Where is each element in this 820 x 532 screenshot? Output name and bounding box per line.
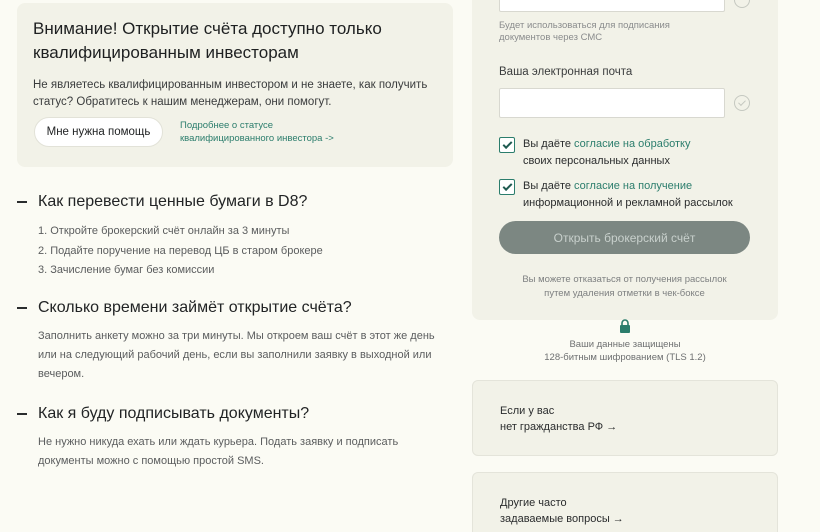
security-line: 128-битным шифрованием (TLS 1.2) bbox=[544, 352, 706, 363]
open-account-button[interactable]: Открыть брокерский счёт bbox=[499, 221, 750, 254]
qualified-investor-notice: Внимание! Открытие счёта доступно только… bbox=[17, 3, 453, 167]
faq-answer-line: вечером. bbox=[38, 368, 85, 380]
notice-text: Не являетесь квалифицированным инвесторо… bbox=[33, 77, 437, 111]
email-label: Ваша электронная почта bbox=[499, 66, 633, 78]
security-note: Ваши данные защищены 128-битным шифрован… bbox=[472, 338, 778, 364]
email-valid-check-icon bbox=[734, 95, 750, 111]
notice-title-line: квалифицированным инвесторам bbox=[33, 43, 299, 62]
phone-input[interactable] bbox=[499, 0, 725, 12]
notice-actions: Мне нужна помощь Подробнее о статусе ква… bbox=[34, 117, 334, 147]
notice-title-line: Внимание! Открытие счёта доступно только bbox=[33, 19, 382, 38]
unsubscribe-note: Вы можете отказаться от получения рассыл… bbox=[499, 273, 750, 301]
card-line: Если у вас bbox=[500, 405, 555, 417]
collapse-dash-icon bbox=[17, 307, 27, 309]
consent-prefix: Вы даёте bbox=[523, 138, 575, 150]
faq-question-text: Как я буду подписывать документы? bbox=[38, 405, 310, 422]
faq-step: 3. Зачисление бумаг без комиссии bbox=[38, 264, 215, 276]
faq-answer-line: Заполнить анкету можно за три минуты. Мы… bbox=[38, 330, 435, 342]
account-form-panel: Будет использоваться для подписания доку… bbox=[472, 0, 778, 320]
lock-icon bbox=[620, 319, 630, 333]
collapse-dash-icon bbox=[17, 413, 27, 415]
notice-text-line: Не являетесь квалифицированным инвесторо… bbox=[33, 79, 428, 91]
status-link-line: Подробнее о статусе bbox=[180, 120, 274, 131]
faq-item-transfer: Как перевести ценные бумаги в D8? 1. Отк… bbox=[17, 191, 457, 281]
notice-title: Внимание! Открытие счёта доступно только… bbox=[33, 17, 437, 65]
consent-mailing-checkbox[interactable] bbox=[499, 179, 515, 195]
consent-mailing-link[interactable]: согласие на получение bbox=[574, 180, 692, 192]
consent-processing-link[interactable]: согласие на обработку bbox=[574, 138, 690, 150]
card-line: нет гражданства РФ → bbox=[500, 421, 618, 433]
notice-text-line: статус? Обратитесь к нашим менеджерам, о… bbox=[33, 96, 332, 108]
need-help-button[interactable]: Мне нужна помощь bbox=[34, 117, 163, 147]
faq-step: 1. Откройте брокерский счёт онлайн за 3 … bbox=[38, 225, 290, 237]
faq-item-time: Сколько времени займёт открытие счёта? З… bbox=[17, 297, 457, 384]
status-link-line: квалифицированного инвестора -> bbox=[180, 133, 334, 144]
consent-personal-checkbox[interactable] bbox=[499, 137, 515, 153]
faq-question-text: Сколько времени займёт открытие счёта? bbox=[38, 299, 352, 316]
consent-personal-data: Вы даёте согласие на обработку своих пер… bbox=[499, 136, 690, 169]
unsubscribe-line: Вы можете отказаться от получения рассыл… bbox=[522, 274, 727, 285]
faq-question-text: Как перевести ценные бумаги в D8? bbox=[38, 193, 308, 210]
phone-valid-check-icon bbox=[734, 0, 750, 8]
consent-rest: своих персональных данных bbox=[523, 154, 670, 167]
faq-answer: Заполнить анкету можно за три минуты. Мы… bbox=[38, 327, 457, 384]
checkmark-icon bbox=[502, 138, 512, 149]
faq-question[interactable]: Как я буду подписывать документы? bbox=[17, 403, 457, 425]
faq-steps: 1. Откройте брокерский счёт онлайн за 3 … bbox=[38, 222, 457, 281]
checkmark-icon bbox=[502, 180, 512, 191]
faq-answer-line: документы можно с помощью простой SMS. bbox=[38, 455, 264, 467]
faq-answer: Не нужно никуда ехать или ждать курьера.… bbox=[38, 433, 457, 471]
email-input[interactable] bbox=[499, 88, 725, 118]
consent-text: Вы даёте согласие на обработку своих пер… bbox=[523, 136, 690, 169]
unsubscribe-line: путем удаления отметки в чек-боксе bbox=[544, 288, 705, 299]
card-line: задаваемые вопросы → bbox=[500, 513, 624, 525]
phone-hint-line: Будет использоваться для подписания bbox=[499, 20, 670, 31]
consent-mailing: Вы даёте согласие на получение информаци… bbox=[499, 178, 733, 211]
phone-hint-line: документов через СМС bbox=[499, 32, 603, 43]
faq-question[interactable]: Как перевести ценные бумаги в D8? bbox=[17, 191, 457, 213]
non-resident-card[interactable]: Если у вас нет гражданства РФ → bbox=[472, 380, 778, 456]
faq-item-signing: Как я буду подписывать документы? Не нуж… bbox=[17, 403, 457, 471]
qualified-status-link[interactable]: Подробнее о статусе квалифицированного и… bbox=[180, 119, 334, 145]
security-line: Ваши данные защищены bbox=[569, 339, 681, 350]
consent-text: Вы даёте согласие на получение информаци… bbox=[523, 178, 733, 211]
faq-answer-line: Не нужно никуда ехать или ждать курьера.… bbox=[38, 436, 399, 448]
collapse-dash-icon bbox=[17, 201, 27, 203]
phone-hint: Будет использоваться для подписания доку… bbox=[499, 20, 670, 44]
card-line: Другие часто bbox=[500, 497, 567, 509]
faq-step: 2. Подайте поручение на перевод ЦБ в ста… bbox=[38, 244, 323, 257]
consent-prefix: Вы даёте bbox=[523, 180, 575, 192]
faq-answer-line: или на следующий рабочий день, если вы з… bbox=[38, 349, 432, 361]
consent-rest: информационной и рекламной рассылок bbox=[523, 196, 733, 209]
faq-card[interactable]: Другие часто задаваемые вопросы → bbox=[472, 472, 778, 532]
faq-question[interactable]: Сколько времени займёт открытие счёта? bbox=[17, 297, 457, 319]
